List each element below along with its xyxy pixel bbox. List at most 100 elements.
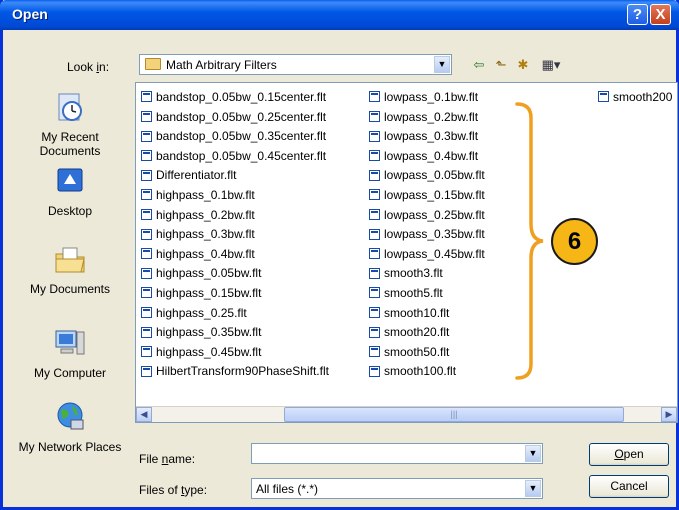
flt-file-icon	[369, 150, 380, 162]
new-folder-icon[interactable]: ✱	[513, 56, 533, 74]
file-name-text: highpass_0.1bw.flt	[156, 188, 255, 202]
open-button[interactable]: Open	[589, 443, 669, 466]
list-item[interactable]: highpass_0.45bw.flt	[141, 344, 363, 361]
list-item[interactable]: lowpass_0.15bw.flt	[369, 187, 589, 204]
views-menu-icon[interactable]: ▦▾	[537, 56, 565, 74]
cancel-button[interactable]: Cancel	[589, 475, 669, 498]
place-label: My Network Places	[18, 440, 122, 454]
file-name-text: highpass_0.05bw.flt	[156, 266, 262, 281]
file-name-text: highpass_0.2bw.flt	[156, 207, 255, 222]
file-name-text: HilbertTransform90PhaseShift.flt	[156, 364, 329, 379]
file-name-text: bandstop_0.05bw_0.25center.flt	[156, 109, 327, 124]
place-label: My Recent Documents	[39, 130, 101, 158]
list-item[interactable]: smooth200	[598, 89, 677, 106]
flt-file-icon	[369, 228, 380, 240]
list-item[interactable]: lowpass_0.25bw.flt	[369, 207, 589, 224]
flt-file-icon	[141, 208, 152, 220]
callout-brace	[515, 102, 544, 380]
places-bar: My Recent Documents Desktop My Documents…	[15, 82, 125, 486]
chevron-down-icon[interactable]: ▼	[525, 480, 541, 497]
dialog-title: Open	[12, 6, 48, 22]
flt-file-icon	[369, 365, 380, 377]
title-bar[interactable]: Open ? X	[0, 0, 679, 30]
file-name-text: bandstop_0.05bw_0.15center.flt	[156, 90, 327, 104]
flt-file-icon	[369, 189, 380, 201]
file-name-text: lowpass_0.25bw.flt	[384, 207, 485, 222]
flt-file-icon	[369, 248, 380, 260]
flt-file-icon	[141, 189, 152, 201]
place-my-documents[interactable]: My Documents	[15, 242, 125, 296]
list-item[interactable]: highpass_0.3bw.flt	[141, 226, 363, 243]
files-of-type-label-post: ype:	[184, 483, 208, 497]
list-item[interactable]: bandstop_0.05bw_0.15center.flt	[141, 89, 363, 106]
close-button[interactable]: X	[650, 4, 671, 25]
list-item[interactable]: bandstop_0.05bw_0.45center.flt	[141, 148, 363, 165]
files-of-type-combo[interactable]: All files (*.*) ▼	[251, 478, 543, 499]
list-item[interactable]: smooth50.flt	[369, 344, 589, 361]
place-label: My Computer	[33, 366, 107, 380]
list-item[interactable]: highpass_0.05bw.flt	[141, 265, 363, 282]
place-label: Desktop	[47, 204, 93, 218]
file-name-text: lowpass_0.1bw.flt	[384, 90, 479, 104]
list-item[interactable]: lowpass_0.3bw.flt	[369, 128, 589, 145]
list-item[interactable]: smooth3.flt	[369, 265, 589, 282]
file-name-text: smooth50.flt	[384, 344, 450, 359]
flt-file-icon	[369, 287, 380, 299]
list-item[interactable]: lowpass_0.05bw.flt	[369, 167, 589, 184]
horizontal-scrollbar[interactable]: ◀ ||| ▶	[136, 406, 677, 422]
files-of-type-label-pre: Files of	[139, 483, 182, 497]
list-item[interactable]: highpass_0.35bw.flt	[141, 324, 363, 341]
list-item[interactable]: highpass_0.2bw.flt	[141, 207, 363, 224]
file-name-text: lowpass_0.2bw.flt	[384, 109, 479, 124]
list-item[interactable]: HilbertTransform90PhaseShift.flt	[141, 363, 363, 380]
flt-file-icon	[369, 130, 380, 142]
place-network-places[interactable]: My Network Places	[15, 400, 125, 454]
list-item[interactable]: bandstop_0.05bw_0.25center.flt	[141, 109, 363, 126]
file-name-text: highpass_0.45bw.flt	[156, 344, 262, 359]
flt-file-icon	[369, 91, 380, 103]
flt-file-icon	[141, 91, 152, 103]
look-in-combo[interactable]: Math Arbitrary Filters ▼	[139, 54, 452, 75]
file-name-combo[interactable]: ▼	[251, 443, 543, 464]
flt-file-icon	[369, 326, 380, 338]
back-icon[interactable]: ⇦	[469, 56, 489, 74]
place-desktop[interactable]: Desktop	[15, 164, 125, 218]
list-item[interactable]: highpass_0.25.flt	[141, 305, 363, 322]
list-item[interactable]: smooth5.flt	[369, 285, 589, 302]
list-item[interactable]: Differentiator.flt	[141, 167, 363, 184]
scroll-right-icon[interactable]: ▶	[661, 407, 677, 422]
list-item[interactable]: highpass_0.1bw.flt	[141, 187, 363, 204]
chevron-down-icon[interactable]: ▼	[525, 445, 541, 462]
list-item[interactable]: lowpass_0.2bw.flt	[369, 109, 589, 126]
file-list[interactable]: bandstop_0.05bw_0.15center.flt bandstop_0…	[135, 82, 678, 423]
list-item[interactable]: bandstop_0.05bw_0.35center.flt	[141, 128, 363, 145]
file-name-text: lowpass_0.3bw.flt	[384, 129, 479, 144]
flt-file-icon	[141, 228, 152, 240]
flt-file-icon	[141, 267, 152, 279]
place-my-computer[interactable]: My Computer	[15, 326, 125, 380]
list-item[interactable]: lowpass_0.4bw.flt	[369, 148, 589, 165]
flt-file-icon	[369, 208, 380, 220]
scroll-thumb[interactable]: |||	[284, 407, 624, 422]
file-name-text: bandstop_0.05bw_0.35center.flt	[156, 129, 327, 144]
list-item[interactable]: smooth100.flt	[369, 363, 589, 380]
list-item[interactable]: highpass_0.4bw.flt	[141, 246, 363, 263]
my-documents-icon	[55, 247, 85, 273]
chevron-down-icon[interactable]: ▼	[434, 56, 450, 73]
place-recent-documents[interactable]: My Recent Documents	[15, 90, 125, 158]
file-name-label-post: ame:	[168, 452, 196, 466]
file-name-text: smooth10.flt	[384, 305, 450, 320]
scroll-left-icon[interactable]: ◀	[136, 407, 152, 422]
list-item[interactable]: smooth10.flt	[369, 305, 589, 322]
list-item[interactable]: highpass_0.15bw.flt	[141, 285, 363, 302]
file-name-text: highpass_0.35bw.flt	[156, 325, 262, 340]
file-name-text: smooth100.flt	[384, 364, 457, 379]
flt-file-icon	[141, 287, 152, 299]
file-name-label: File name:	[139, 452, 195, 466]
flt-file-icon	[141, 306, 152, 318]
list-item[interactable]: smooth20.flt	[369, 324, 589, 341]
up-folder-icon[interactable]: ⬑	[491, 56, 511, 74]
list-item[interactable]: lowpass_0.1bw.flt	[369, 89, 589, 106]
help-button[interactable]: ?	[627, 4, 648, 25]
look-in-label: Look in:	[67, 60, 110, 74]
